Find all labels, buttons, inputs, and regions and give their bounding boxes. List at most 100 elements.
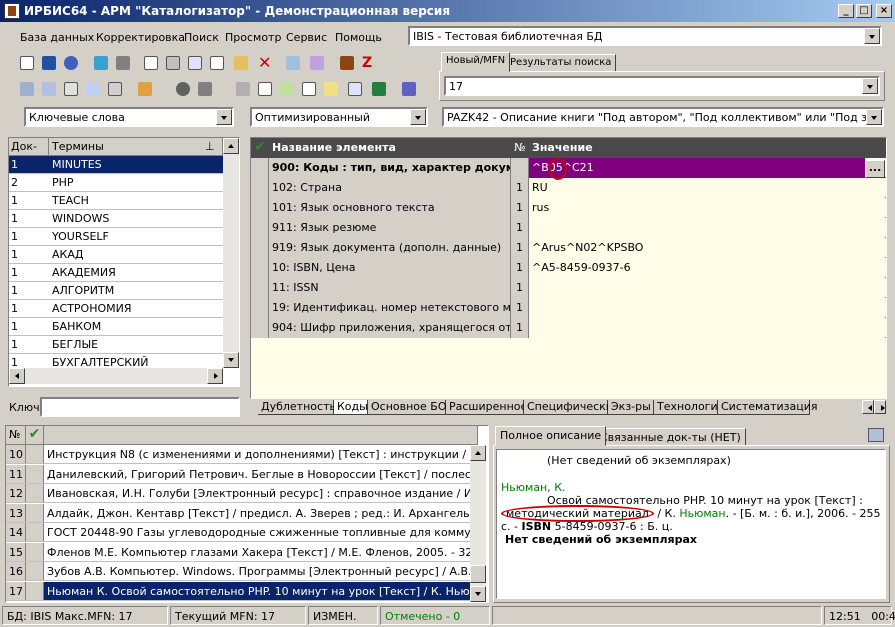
import-icon[interactable] xyxy=(308,54,326,72)
field-tab[interactable]: Основное БО xyxy=(368,400,447,415)
check-icon[interactable] xyxy=(251,138,269,158)
pages-icon[interactable] xyxy=(300,80,318,98)
menu-edit[interactable]: Корректировка xyxy=(96,31,185,44)
key-input[interactable] xyxy=(40,397,240,417)
result-row[interactable]: 17 Ньюман К. Освой самостоятельно PHP. 10… xyxy=(6,581,470,601)
field-tab[interactable]: Дублетность xyxy=(258,400,336,415)
chevron-down-icon[interactable] xyxy=(864,28,880,44)
field-row[interactable]: 19: Идентификац. номер нетекстового мате… xyxy=(251,298,886,318)
save-icon[interactable] xyxy=(40,54,58,72)
pin-icon[interactable]: ⊥ xyxy=(205,140,215,153)
format-mode-select[interactable]: Оптимизированный xyxy=(250,107,428,127)
eye-icon[interactable] xyxy=(174,80,192,98)
field-value[interactable]: RU xyxy=(529,178,885,198)
result-row[interactable]: 12 Ивановская, И.Н. Голуби [Электронный р… xyxy=(6,484,470,503)
z3950-icon[interactable]: Z xyxy=(360,54,378,72)
field-value[interactable]: ^Arus^N02^KPSBO xyxy=(529,238,885,258)
field-row[interactable]: 904: Шифр приложения, хранящегося отдель… xyxy=(251,318,886,338)
forward-icon[interactable] xyxy=(114,54,132,72)
menu-service[interactable]: Сервис xyxy=(286,31,327,44)
notes-icon[interactable] xyxy=(322,80,340,98)
field-tab[interactable]: Технология xyxy=(654,400,724,415)
field-row[interactable]: 101: Язык основного текста 1 rus xyxy=(251,198,886,218)
tab-linked-docs[interactable]: Связанные док-ты (НЕТ) xyxy=(595,428,746,446)
mail-icon[interactable] xyxy=(62,80,80,98)
delete-icon[interactable]: ✕ xyxy=(256,54,274,72)
field-row[interactable]: 11: ISSN 1 xyxy=(251,278,886,298)
folder-icon[interactable] xyxy=(196,80,214,98)
database-select[interactable]: IBIS - Тестовая библиотечная БД xyxy=(408,26,882,46)
maximize-button[interactable]: □ xyxy=(856,4,872,18)
result-check[interactable] xyxy=(26,503,44,522)
result-row[interactable]: 16 Зубов А.В. Компьютер. Windows. Програм… xyxy=(6,562,470,581)
scroll-up-icon[interactable] xyxy=(223,138,239,154)
fields-header-name[interactable]: Название элемента xyxy=(269,138,511,158)
search-doc-icon[interactable] xyxy=(40,80,58,98)
find-icon[interactable] xyxy=(84,80,102,98)
print-preview-icon[interactable] xyxy=(18,80,36,98)
tab-new-mfn[interactable]: Новый/MFN xyxy=(441,52,511,72)
dictionary-row[interactable]: 1 WINDOWS xyxy=(9,210,223,228)
mfn-input[interactable]: 17 xyxy=(444,76,880,96)
dictionary-row[interactable]: 1 АЛГОРИТМ xyxy=(9,282,223,300)
result-row[interactable]: 11 Данилевский, Григорий Петрович. Беглые… xyxy=(6,464,470,484)
field-tab[interactable]: Систематизация xyxy=(718,400,818,415)
result-check[interactable] xyxy=(26,562,44,580)
dictionary-row[interactable]: 1 АКАД xyxy=(9,246,223,264)
menu-search[interactable]: Поиск xyxy=(184,31,219,44)
dictionary-row[interactable]: 1 MINUTES xyxy=(9,156,223,174)
chevron-down-icon[interactable] xyxy=(410,109,426,125)
minimize-button[interactable]: _ xyxy=(838,4,854,18)
dictionary-row[interactable]: 1 БЕГЛЫЕ xyxy=(9,336,223,354)
chevron-down-icon[interactable] xyxy=(862,78,878,94)
result-check[interactable] xyxy=(26,484,44,502)
result-row[interactable]: 10 Инструкция N8 (с изменениями и дополне… xyxy=(6,445,470,464)
fields-header-num[interactable]: № xyxy=(511,138,529,158)
result-check[interactable] xyxy=(26,542,44,561)
tab-full-description[interactable]: Полное описание xyxy=(495,426,607,446)
check-icon[interactable] xyxy=(26,426,44,445)
dictionary-row[interactable]: 2 PHP xyxy=(9,174,223,192)
chevron-down-icon[interactable] xyxy=(216,109,232,125)
close-button[interactable]: × xyxy=(876,4,892,18)
author-link[interactable]: Ньюман, К. xyxy=(501,481,566,494)
tree-icon[interactable] xyxy=(208,54,226,72)
scroll-down-icon[interactable] xyxy=(470,586,486,602)
menu-database[interactable]: База данных xyxy=(20,31,94,44)
field-value[interactable] xyxy=(529,298,885,318)
dictionary-row[interactable]: 1 БАНКОМ xyxy=(9,318,223,336)
help-book-icon[interactable] xyxy=(400,80,418,98)
dictionary-row[interactable]: 1 АКАДЕМИЯ xyxy=(9,264,223,282)
menu-help[interactable]: Помощь xyxy=(335,31,382,44)
check-doc-icon[interactable] xyxy=(278,80,296,98)
back-icon[interactable] xyxy=(92,54,110,72)
result-check[interactable] xyxy=(26,445,44,463)
dictionary-header-term[interactable]: Термины xyxy=(49,138,223,156)
dictionary-row[interactable]: 1 TEACH xyxy=(9,192,223,210)
more-button[interactable]: ... xyxy=(865,160,885,178)
edit-icon[interactable] xyxy=(232,54,250,72)
list-icon[interactable] xyxy=(186,54,204,72)
export-icon[interactable] xyxy=(284,54,302,72)
dictionary-hscroll[interactable] xyxy=(9,368,223,384)
film-icon[interactable] xyxy=(338,54,356,72)
results-header-num[interactable]: № xyxy=(6,426,26,445)
new-doc-icon[interactable] xyxy=(18,54,36,72)
scroll-up-icon[interactable] xyxy=(470,445,486,461)
result-row[interactable]: 13 Алдайк, Джон. Кентавр [Текст] / предис… xyxy=(6,503,470,523)
field-row[interactable]: 10: ISBN, Цена 1 ^A5-8459-0937-6 xyxy=(251,258,886,278)
field-row[interactable]: 900: Коды : тип, вид, характер документа… xyxy=(251,158,886,178)
field-tab[interactable]: Расширенное xyxy=(446,400,527,415)
field-tab[interactable]: Специфические xyxy=(524,400,620,415)
resp-link[interactable]: Ньюман xyxy=(679,507,725,520)
excel-icon[interactable] xyxy=(370,80,388,98)
result-row[interactable]: 14 ГОСТ 20448-90 Газы углеводородные сжиж… xyxy=(6,523,470,542)
field-value[interactable] xyxy=(529,318,885,338)
hierarchy-icon[interactable] xyxy=(106,80,124,98)
tools-icon[interactable] xyxy=(136,80,154,98)
result-check[interactable] xyxy=(26,581,44,600)
worksheet-select[interactable]: PAZK42 - Описание книги "Под автором", "… xyxy=(442,107,884,127)
printer-icon[interactable] xyxy=(234,80,252,98)
grid-icon[interactable] xyxy=(346,80,364,98)
field-value[interactable]: rus xyxy=(529,198,885,218)
